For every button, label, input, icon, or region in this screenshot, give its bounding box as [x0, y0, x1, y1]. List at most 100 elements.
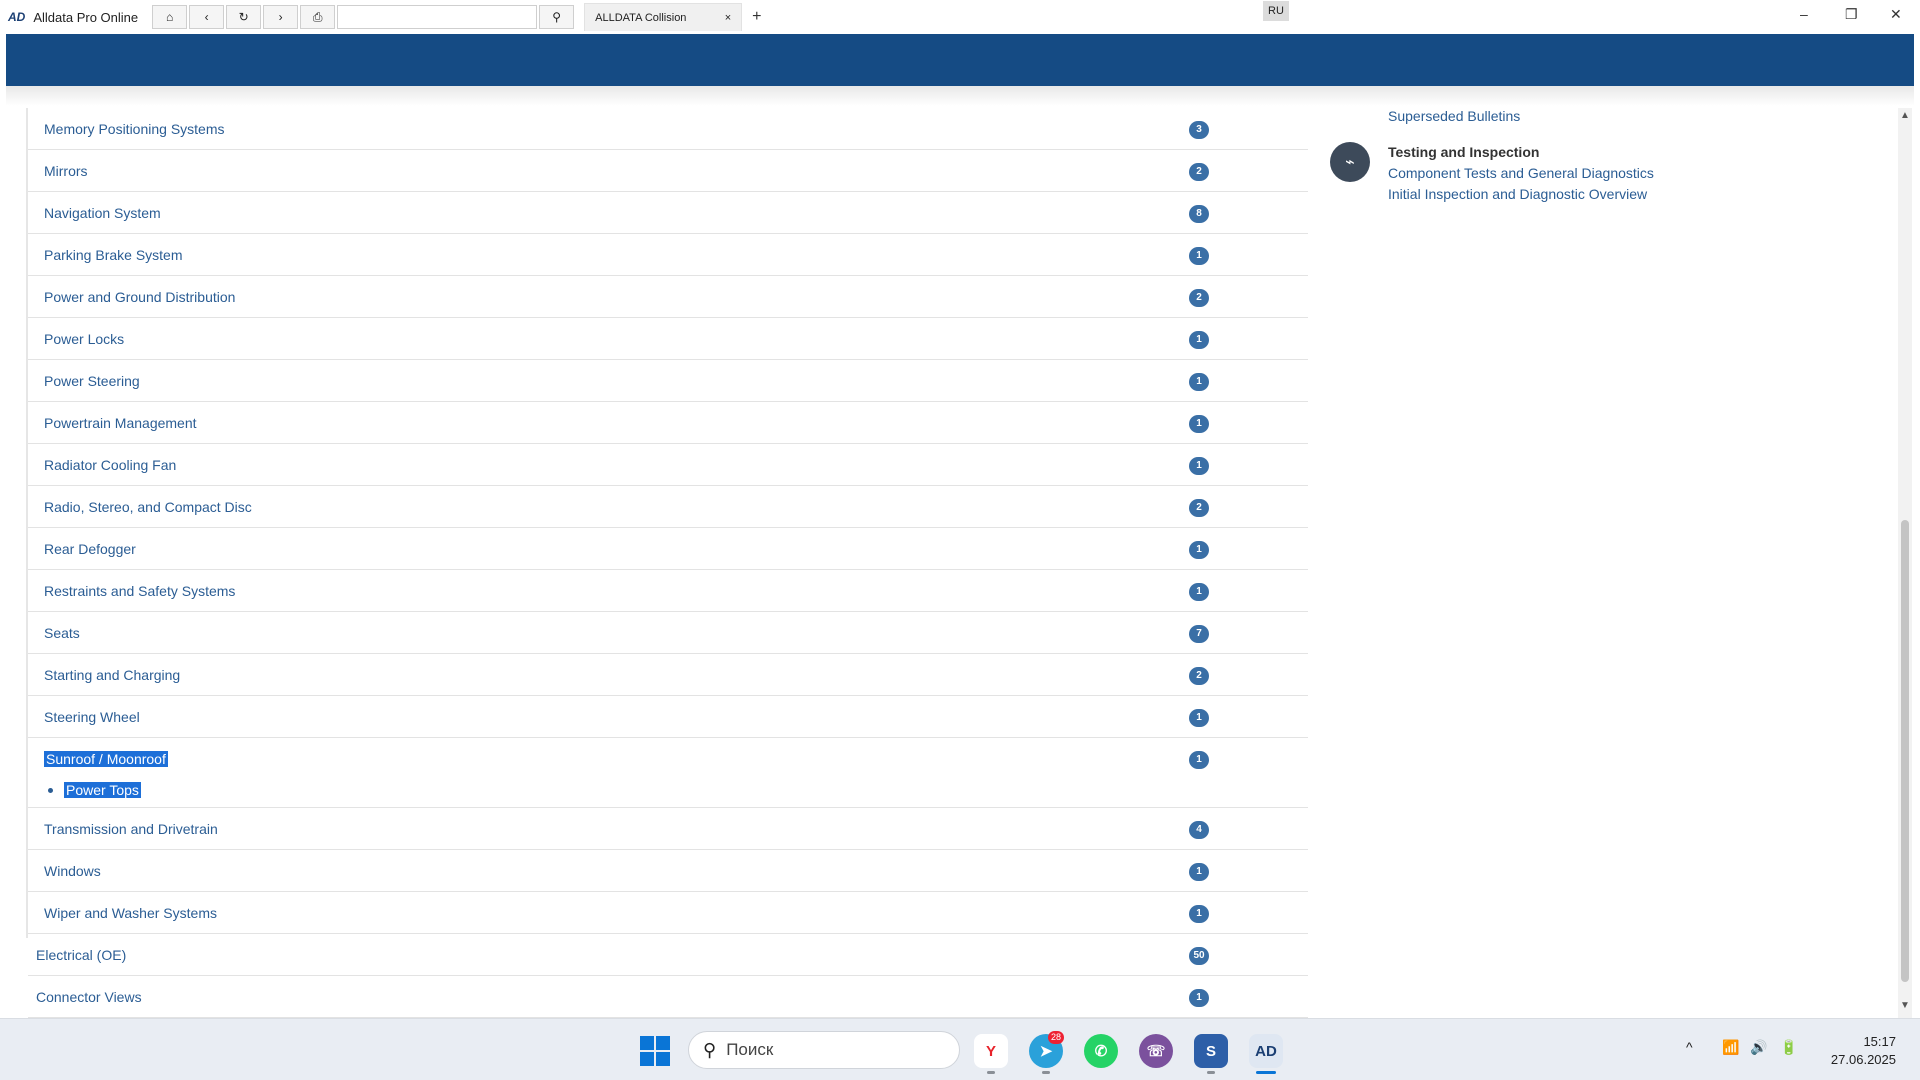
- list-item-label[interactable]: Starting and Charging: [44, 667, 180, 683]
- list-item[interactable]: Transmission and Drivetrain 4: [28, 808, 1308, 850]
- list-item[interactable]: Wiper and Washer Systems 1: [28, 892, 1308, 934]
- list-item[interactable]: Memory Positioning Systems 3: [28, 108, 1308, 150]
- shield-app-icon[interactable]: S: [1194, 1034, 1228, 1068]
- viber-icon[interactable]: ☏: [1139, 1034, 1173, 1068]
- scroll-up-arrow[interactable]: ▲: [1900, 110, 1910, 121]
- search-icon[interactable]: ⚲: [539, 5, 575, 29]
- superseded-bulletins-link[interactable]: Superseded Bulletins: [1388, 108, 1520, 124]
- new-tab-icon[interactable]: +: [752, 8, 761, 26]
- list-item-label[interactable]: Radiator Cooling Fan: [44, 457, 176, 473]
- tray-chevron-icon[interactable]: ^: [1686, 1039, 1693, 1055]
- list-item[interactable]: Seats 7: [28, 612, 1308, 654]
- list-item[interactable]: Starting and Charging 2: [28, 654, 1308, 696]
- alldata-app-icon[interactable]: AD: [1249, 1034, 1283, 1068]
- language-indicator[interactable]: RU: [1263, 1, 1289, 21]
- list-item[interactable]: Steering Wheel 1: [28, 696, 1308, 738]
- telegram-notification-badge: 28: [1048, 1031, 1065, 1044]
- count-badge: 1: [1189, 373, 1209, 391]
- list-item[interactable]: Navigation System 8: [28, 192, 1308, 234]
- list-item-label[interactable]: Sunroof / Moonroof: [44, 751, 168, 767]
- reload-icon[interactable]: ↻: [226, 5, 262, 29]
- battery-icon[interactable]: 🔋: [1780, 1039, 1797, 1056]
- count-badge: 3: [1189, 121, 1209, 139]
- initial-inspection-link[interactable]: Initial Inspection and Diagnostic Overvi…: [1388, 186, 1647, 202]
- count-badge: 4: [1189, 821, 1209, 839]
- list-item-label[interactable]: Parking Brake System: [44, 247, 183, 263]
- list-item[interactable]: Radio, Stereo, and Compact Disc 2: [28, 486, 1308, 528]
- tab-label: ALLDATA Collision: [595, 11, 687, 24]
- tab-alldata-collision[interactable]: ALLDATA Collision ×: [584, 3, 743, 31]
- list-item[interactable]: Power Steering 1: [28, 360, 1308, 402]
- count-badge: 1: [1189, 457, 1209, 475]
- testing-inspection-heading: Testing and Inspection: [1388, 144, 1540, 160]
- list-item-label[interactable]: Connector Views: [36, 989, 142, 1005]
- clock-time: 15:17: [1863, 1034, 1896, 1049]
- sub-item-link[interactable]: Power Tops: [64, 782, 141, 798]
- list-item-label[interactable]: Power and Ground Distribution: [44, 289, 235, 305]
- search-placeholder: Поиск: [726, 1040, 774, 1059]
- list-item[interactable]: Power Locks 1: [28, 318, 1308, 360]
- count-badge: 1: [1189, 863, 1209, 881]
- count-badge: 2: [1189, 499, 1209, 517]
- testing-inspection-icon: ⌁: [1330, 142, 1370, 182]
- list-item[interactable]: Restraints and Safety Systems 1: [28, 570, 1308, 612]
- list-item-label[interactable]: Windows: [44, 863, 101, 879]
- taskbar-search[interactable]: ⚲ Поиск: [688, 1031, 960, 1069]
- close-icon[interactable]: ×: [725, 12, 731, 24]
- list-item[interactable]: Power and Ground Distribution 2: [28, 276, 1308, 318]
- list-item[interactable]: Rear Defogger 1: [28, 528, 1308, 570]
- list-item[interactable]: Windows 1: [28, 850, 1308, 892]
- list-item-label[interactable]: Electrical (OE): [36, 947, 126, 963]
- count-badge: 1: [1189, 751, 1209, 769]
- list-item-expanded[interactable]: Sunroof / Moonroof 1 Power Tops: [28, 738, 1308, 808]
- clock[interactable]: 15:17 27.06.2025: [1831, 1033, 1896, 1069]
- bullet-icon: [48, 788, 53, 793]
- count-badge: 8: [1189, 205, 1209, 223]
- count-badge: 1: [1189, 989, 1209, 1007]
- list-item-label[interactable]: Rear Defogger: [44, 541, 136, 557]
- list-item-label[interactable]: Steering Wheel: [44, 709, 140, 725]
- wifi-icon[interactable]: 📶: [1722, 1039, 1739, 1056]
- print-icon[interactable]: ⎙: [300, 5, 336, 29]
- restore-icon[interactable]: ❐: [1845, 6, 1858, 23]
- close-window-icon[interactable]: ✕: [1890, 6, 1902, 23]
- list-item-label[interactable]: Transmission and Drivetrain: [44, 821, 218, 837]
- list-item[interactable]: Radiator Cooling Fan 1: [28, 444, 1308, 486]
- list-item[interactable]: Parking Brake System 1: [28, 234, 1308, 276]
- list-item[interactable]: Electrical (OE) 50: [28, 934, 1308, 976]
- list-item-label[interactable]: Restraints and Safety Systems: [44, 583, 235, 599]
- count-badge: 1: [1189, 415, 1209, 433]
- header-banner: [6, 34, 1914, 86]
- list-item[interactable]: Powertrain Management 1: [28, 402, 1308, 444]
- list-item-label[interactable]: Power Steering: [44, 373, 140, 389]
- scrollbar-thumb[interactable]: [1901, 520, 1909, 982]
- volume-icon[interactable]: 🔊: [1750, 1039, 1767, 1056]
- whatsapp-icon[interactable]: ✆: [1084, 1034, 1118, 1068]
- list-item[interactable]: Mirrors 2: [28, 150, 1308, 192]
- component-tests-link[interactable]: Component Tests and General Diagnostics: [1388, 165, 1654, 181]
- count-badge: 1: [1189, 331, 1209, 349]
- minimize-icon[interactable]: –: [1800, 6, 1808, 22]
- scroll-down-arrow[interactable]: ▼: [1900, 1000, 1910, 1011]
- count-badge: 1: [1189, 709, 1209, 727]
- list-item-label[interactable]: Navigation System: [44, 205, 161, 221]
- back-icon[interactable]: ‹: [189, 5, 225, 29]
- yandex-browser-icon[interactable]: Y: [974, 1034, 1008, 1068]
- windows-start-icon[interactable]: [640, 1036, 670, 1066]
- nav-toolbar: ⌂ ‹ ↻ › ⎙ ⚲: [150, 5, 575, 29]
- category-list: Memory Positioning Systems 3 Mirrors 2 Navig…: [28, 108, 1308, 1018]
- list-item-label[interactable]: Powertrain Management: [44, 415, 197, 431]
- list-item-label[interactable]: Mirrors: [44, 163, 88, 179]
- list-item-label[interactable]: Wiper and Washer Systems: [44, 905, 217, 921]
- address-input[interactable]: [337, 5, 538, 29]
- count-badge: 1: [1189, 247, 1209, 265]
- list-item[interactable]: Connector Views 1: [28, 976, 1308, 1018]
- list-item-label[interactable]: Power Locks: [44, 331, 124, 347]
- list-item-label[interactable]: Memory Positioning Systems: [44, 121, 225, 137]
- list-item-label[interactable]: Radio, Stereo, and Compact Disc: [44, 499, 252, 515]
- home-icon[interactable]: ⌂: [152, 5, 188, 29]
- running-indicator: [1042, 1071, 1050, 1074]
- forward-icon[interactable]: ›: [263, 5, 299, 29]
- list-item-label[interactable]: Seats: [44, 625, 80, 641]
- count-badge: 1: [1189, 583, 1209, 601]
